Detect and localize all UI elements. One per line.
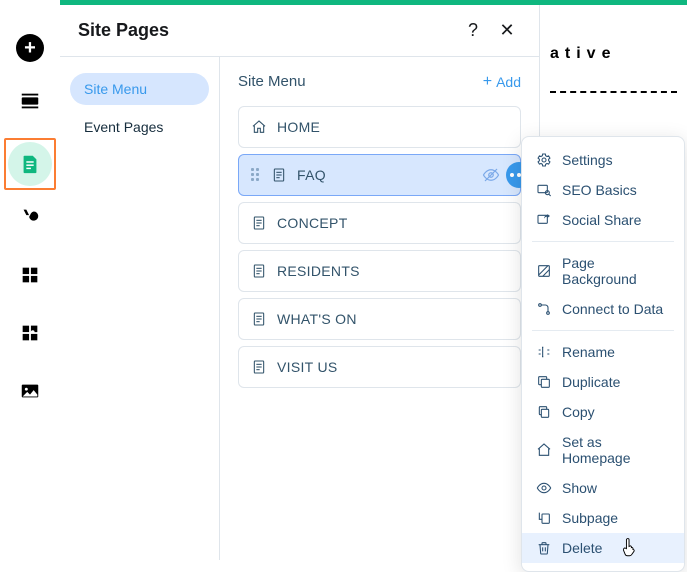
page-label: VISIT US — [277, 359, 508, 375]
panel-header: Site Pages ? ✕ — [60, 5, 539, 57]
homepage-icon — [536, 442, 552, 458]
tabs-column: Site Menu Event Pages — [60, 57, 220, 560]
page-icon — [251, 311, 267, 327]
copy-icon — [536, 404, 552, 420]
content-title: Site Menu — [238, 73, 483, 90]
menu-separator — [532, 330, 674, 331]
add-label: Add — [496, 74, 521, 90]
menu-subpage[interactable]: Subpage — [522, 503, 684, 533]
menu-label: Social Share — [562, 212, 641, 228]
grid-icon — [19, 264, 41, 286]
hidden-icon[interactable] — [482, 166, 500, 184]
page-icon — [251, 215, 267, 231]
delete-icon — [536, 540, 552, 556]
add-element-button[interactable]: + — [8, 26, 52, 70]
menu-set-homepage[interactable]: Set as Homepage — [522, 427, 684, 473]
sections-icon — [19, 90, 41, 112]
puzzle-icon — [19, 322, 41, 344]
page-label: HOME — [277, 119, 508, 135]
share-icon — [536, 212, 552, 228]
menu-label: SEO Basics — [562, 182, 637, 198]
content-column: Site Menu + Add HOME FAQ — [220, 57, 539, 560]
rail-media-button[interactable] — [8, 369, 52, 413]
menu-separator — [532, 241, 674, 242]
menu-label: Set as Homepage — [562, 434, 670, 466]
subpage-icon — [536, 510, 552, 526]
theme-icon — [19, 206, 41, 228]
page-row-home[interactable]: HOME — [238, 106, 521, 148]
rail-pages-button[interactable] — [8, 142, 52, 186]
page-icon — [251, 359, 267, 375]
help-button[interactable]: ? — [459, 17, 487, 45]
menu-label: Delete — [562, 540, 602, 556]
menu-label: Show — [562, 480, 597, 496]
menu-show[interactable]: Show — [522, 473, 684, 503]
data-icon — [536, 301, 552, 317]
page-label: CONCEPT — [277, 215, 508, 231]
page-row-concept[interactable]: CONCEPT — [238, 202, 521, 244]
menu-label: Connect to Data — [562, 301, 663, 317]
menu-settings[interactable]: Settings — [522, 145, 684, 175]
rail-sections-button[interactable] — [8, 79, 52, 123]
page-row-visit-us[interactable]: VISIT US — [238, 346, 521, 388]
page-row-residents[interactable]: RESIDENTS — [238, 250, 521, 292]
menu-social-share[interactable]: Social Share — [522, 205, 684, 235]
menu-label: Duplicate — [562, 374, 620, 390]
tab-label: Site Menu — [84, 81, 147, 97]
menu-duplicate[interactable]: Duplicate — [522, 367, 684, 397]
tab-site-menu[interactable]: Site Menu — [70, 73, 209, 105]
menu-label: Rename — [562, 344, 615, 360]
canvas-divider — [550, 91, 677, 93]
rail-settings-button[interactable] — [8, 311, 52, 355]
left-rail: + — [0, 0, 60, 560]
rail-theme-button[interactable] — [8, 195, 52, 239]
page-label: WHAT'S ON — [277, 311, 508, 327]
page-icon — [19, 153, 41, 175]
tab-event-pages[interactable]: Event Pages — [70, 111, 209, 143]
seo-icon — [536, 182, 552, 198]
rename-icon — [536, 344, 552, 360]
row-actions — [482, 162, 508, 188]
page-icon — [251, 263, 267, 279]
page-row-whats-on[interactable]: WHAT'S ON — [238, 298, 521, 340]
menu-label: Subpage — [562, 510, 618, 526]
menu-copy[interactable]: Copy — [522, 397, 684, 427]
menu-connect-data[interactable]: Connect to Data — [522, 294, 684, 324]
menu-rename[interactable]: Rename — [522, 337, 684, 367]
image-icon — [19, 380, 41, 402]
site-pages-panel: Site Pages ? ✕ Site Menu Event Pages Sit… — [60, 5, 540, 560]
close-icon: ✕ — [499, 20, 514, 41]
menu-label: Settings — [562, 152, 613, 168]
canvas-heading-partial: ative — [550, 45, 677, 63]
rail-apps-button[interactable] — [8, 253, 52, 297]
home-icon — [251, 119, 267, 135]
duplicate-icon — [536, 374, 552, 390]
plus-icon: + — [483, 74, 492, 90]
page-context-menu: Settings SEO Basics Social Share Page Ba… — [521, 136, 685, 572]
page-icon — [271, 167, 287, 183]
drag-handle-icon[interactable] — [251, 168, 261, 182]
background-icon — [536, 263, 552, 279]
canvas-background: ative — [540, 5, 687, 93]
menu-page-background[interactable]: Page Background — [522, 248, 684, 294]
close-button[interactable]: ✕ — [493, 17, 521, 45]
add-page-button[interactable]: + Add — [483, 74, 521, 90]
menu-delete[interactable]: Delete — [522, 533, 684, 563]
help-icon: ? — [468, 20, 478, 41]
page-row-faq[interactable]: FAQ — [238, 154, 521, 196]
tab-label: Event Pages — [84, 119, 163, 135]
plus-icon: + — [16, 34, 44, 62]
panel-title: Site Pages — [78, 20, 453, 41]
show-icon — [536, 480, 552, 496]
gear-icon — [536, 152, 552, 168]
menu-label: Copy — [562, 404, 595, 420]
menu-seo[interactable]: SEO Basics — [522, 175, 684, 205]
menu-label: Page Background — [562, 255, 670, 287]
page-label: FAQ — [297, 167, 472, 183]
page-label: RESIDENTS — [277, 263, 508, 279]
